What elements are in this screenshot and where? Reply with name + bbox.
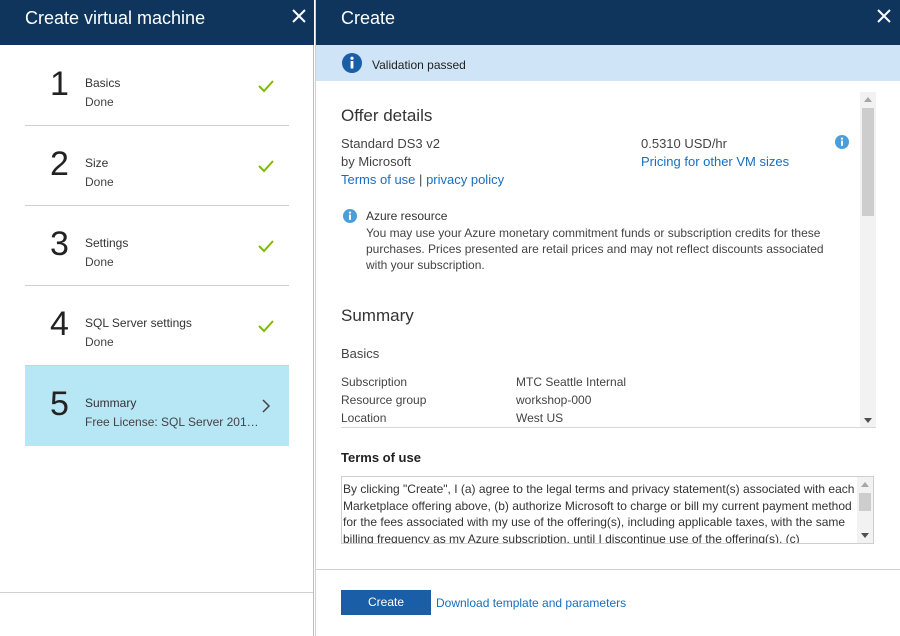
step-status: Free License: SQL Server 2016 ... bbox=[85, 415, 260, 429]
create-button[interactable]: Create bbox=[341, 590, 431, 615]
offer-publisher: by Microsoft bbox=[341, 154, 412, 169]
offer-price: 0.5310 USD/hr bbox=[641, 136, 727, 151]
summary-value: West US bbox=[516, 411, 564, 425]
step-status: Done bbox=[85, 95, 114, 109]
checkmark-icon bbox=[258, 80, 274, 93]
scroll-up-arrow[interactable] bbox=[861, 482, 869, 487]
step-title: Basics bbox=[85, 76, 121, 90]
scroll-thumb[interactable] bbox=[859, 493, 871, 511]
close-icon[interactable] bbox=[289, 6, 309, 26]
terms-text-box[interactable]: By clicking "Create", I (a) agree to the… bbox=[341, 476, 874, 544]
create-blade: Create Validation passed Offer details S… bbox=[315, 0, 900, 636]
summary-value: workshop-000 bbox=[516, 393, 592, 407]
terms-text: By clicking "Create", I (a) agree to the… bbox=[343, 482, 855, 544]
note-title: Azure resource bbox=[366, 209, 448, 223]
step-status: Done bbox=[85, 175, 114, 189]
summary-value: MTC Seattle Internal bbox=[516, 375, 627, 389]
info-icon bbox=[343, 209, 357, 223]
checkmark-icon bbox=[258, 160, 274, 173]
step-summary[interactable]: 5 Summary Free License: SQL Server 2016 … bbox=[25, 366, 289, 446]
scroll-down-arrow[interactable] bbox=[861, 533, 869, 538]
blade-title: Create virtual machine bbox=[25, 8, 206, 28]
validation-message: Validation passed bbox=[372, 58, 466, 72]
blade-header: Create virtual machine bbox=[0, 0, 314, 45]
scroll-up-arrow[interactable] bbox=[864, 97, 872, 102]
step-status: Done bbox=[85, 335, 114, 349]
step-number: 2 bbox=[50, 145, 69, 183]
blade-title: Create bbox=[341, 8, 396, 28]
info-icon bbox=[342, 53, 362, 73]
step-sql-server-settings[interactable]: 4 SQL Server settings Done bbox=[25, 286, 289, 366]
link-separator: | bbox=[419, 172, 423, 187]
wizard-steps: 1 Basics Done 2 Size Done 3 Settings Don… bbox=[0, 46, 313, 446]
step-title: Settings bbox=[85, 236, 129, 250]
step-settings[interactable]: 3 Settings Done bbox=[25, 206, 289, 286]
offer-details-heading: Offer details bbox=[341, 106, 433, 125]
step-number: 4 bbox=[50, 305, 69, 343]
close-icon[interactable] bbox=[874, 6, 894, 26]
scroll-down-arrow[interactable] bbox=[864, 418, 872, 423]
step-number: 5 bbox=[50, 385, 69, 423]
privacy-policy-link[interactable]: privacy policy bbox=[426, 172, 504, 187]
summary-scroll-panel[interactable]: Offer details Standard DS3 v2 by Microso… bbox=[341, 92, 876, 428]
note-body: You may use your Azure monetary commitme… bbox=[366, 226, 824, 272]
scroll-thumb[interactable] bbox=[862, 108, 874, 216]
step-title: SQL Server settings bbox=[85, 316, 192, 330]
download-template-link[interactable]: Download template and parameters bbox=[436, 596, 626, 610]
divider bbox=[0, 592, 313, 593]
terms-scrollbar[interactable] bbox=[857, 477, 873, 543]
terms-of-use-heading: Terms of use bbox=[341, 450, 421, 465]
terms-of-use-link[interactable]: Terms of use bbox=[341, 172, 415, 187]
chevron-right-icon bbox=[262, 399, 271, 413]
offer-product: Standard DS3 v2 bbox=[341, 136, 441, 151]
summary-label: Location bbox=[341, 411, 387, 425]
info-icon[interactable] bbox=[835, 135, 849, 149]
checkmark-icon bbox=[258, 240, 274, 253]
summary-heading: Summary bbox=[341, 306, 414, 325]
step-title: Size bbox=[85, 156, 109, 170]
step-basics[interactable]: 1 Basics Done bbox=[25, 46, 289, 126]
step-size[interactable]: 2 Size Done bbox=[25, 126, 289, 206]
basics-subheading: Basics bbox=[341, 346, 380, 361]
step-number: 3 bbox=[50, 225, 69, 263]
step-title: Summary bbox=[85, 396, 137, 410]
vertical-scrollbar[interactable] bbox=[860, 92, 876, 427]
validation-banner: Validation passed bbox=[316, 45, 900, 81]
divider bbox=[316, 569, 900, 570]
blade-header: Create bbox=[316, 0, 900, 45]
pricing-link[interactable]: Pricing for other VM sizes bbox=[641, 154, 789, 169]
step-status: Done bbox=[85, 255, 114, 269]
summary-label: Subscription bbox=[341, 375, 408, 389]
step-number: 1 bbox=[50, 65, 69, 103]
create-vm-blade: Create virtual machine 1 Basics Done 2 S… bbox=[0, 0, 314, 636]
summary-label: Resource group bbox=[341, 393, 427, 407]
checkmark-icon bbox=[258, 320, 274, 333]
offer-links: Terms of use | privacy policy bbox=[341, 172, 504, 187]
